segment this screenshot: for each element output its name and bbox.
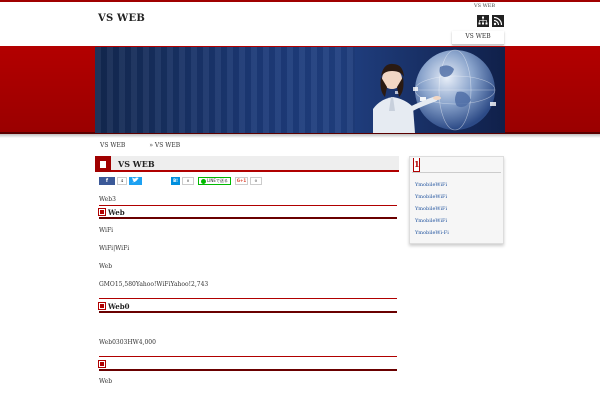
- sitemap-icon[interactable]: [477, 15, 489, 27]
- hero-image: [95, 47, 505, 133]
- sidebar-link[interactable]: YmobileWiFi: [415, 194, 449, 206]
- sidebar-widget: 1 YmobileWiFi YmobileWiFi YmobileWiFi Ym…: [409, 156, 504, 244]
- divider: [99, 298, 397, 299]
- section-heading-text: Web: [108, 208, 125, 217]
- section-heading: Web0: [98, 302, 397, 313]
- line-icon: [201, 178, 206, 184]
- hatena-count: 0: [182, 177, 194, 185]
- section-heading-text: Web0: [108, 302, 130, 311]
- heading-bullet-icon: [98, 208, 106, 216]
- heading-bullet-icon: [98, 360, 106, 368]
- top-right-label[interactable]: VS WEB: [474, 3, 495, 9]
- paragraph: Web: [99, 263, 113, 270]
- section-heading: Web: [98, 208, 397, 219]
- breadcrumb: VS WEB » VS WEB: [100, 142, 180, 149]
- post-header: VS WEB: [95, 156, 399, 172]
- widget-tab: 1: [413, 158, 420, 172]
- rss-icon[interactable]: [492, 15, 504, 27]
- sidebar-link[interactable]: YmobileWiFi: [415, 182, 449, 194]
- line-share-button[interactable]: LINEで送る: [198, 177, 231, 185]
- facebook-share-count: 4: [117, 177, 127, 185]
- hero-illustration: [373, 49, 496, 133]
- site-title[interactable]: VS WEB: [98, 13, 145, 24]
- twitter-bird-icon: [132, 177, 139, 183]
- nav-home[interactable]: VS WEB: [452, 31, 504, 45]
- top-accent-line: [0, 0, 600, 2]
- paragraph: GMO15,580Yahoo!WiFiYahoo!2,743: [99, 281, 209, 288]
- line-share-label: LINEで送る: [207, 178, 228, 183]
- divider: [99, 356, 397, 357]
- divider: [99, 205, 397, 206]
- share-buttons-left: f 4: [99, 177, 142, 185]
- hero-shadow: [0, 134, 600, 138]
- post-title-bar: VS WEB: [95, 156, 399, 172]
- sidebar-link[interactable]: YmobileWiFi: [415, 206, 449, 218]
- breadcrumb-current: » VS WEB: [149, 142, 181, 149]
- share-buttons-right: B! 0 LINEで送る G+1 0: [171, 177, 262, 185]
- hatena-bookmark-button[interactable]: B!: [171, 177, 180, 185]
- breadcrumb-home[interactable]: VS WEB: [100, 142, 125, 149]
- post-title: VS WEB: [118, 159, 155, 169]
- sidebar-link[interactable]: YmobileWiFi: [415, 218, 449, 230]
- paragraph: WiFi|WiFi: [99, 245, 130, 252]
- google-plus-count: 0: [249, 177, 262, 185]
- section-heading: [98, 360, 397, 371]
- document-icon: [95, 156, 111, 172]
- sidebar-link-list: YmobileWiFi YmobileWiFi YmobileWiFi Ymob…: [415, 182, 449, 242]
- paragraph: Web0303HW4,000: [99, 339, 156, 346]
- heading-bullet-icon: [98, 302, 106, 310]
- widget-underline: [412, 172, 501, 173]
- paragraph: Web: [99, 378, 113, 385]
- header-icons: [477, 15, 504, 27]
- twitter-share-button[interactable]: [129, 177, 142, 185]
- post-intro: Web3: [99, 196, 116, 203]
- sidebar-link[interactable]: YmobileWi-Fi: [415, 230, 449, 242]
- google-plus-button[interactable]: G+1: [234, 177, 248, 185]
- facebook-share-button[interactable]: f: [99, 177, 115, 185]
- paragraph: WiFi: [99, 227, 114, 234]
